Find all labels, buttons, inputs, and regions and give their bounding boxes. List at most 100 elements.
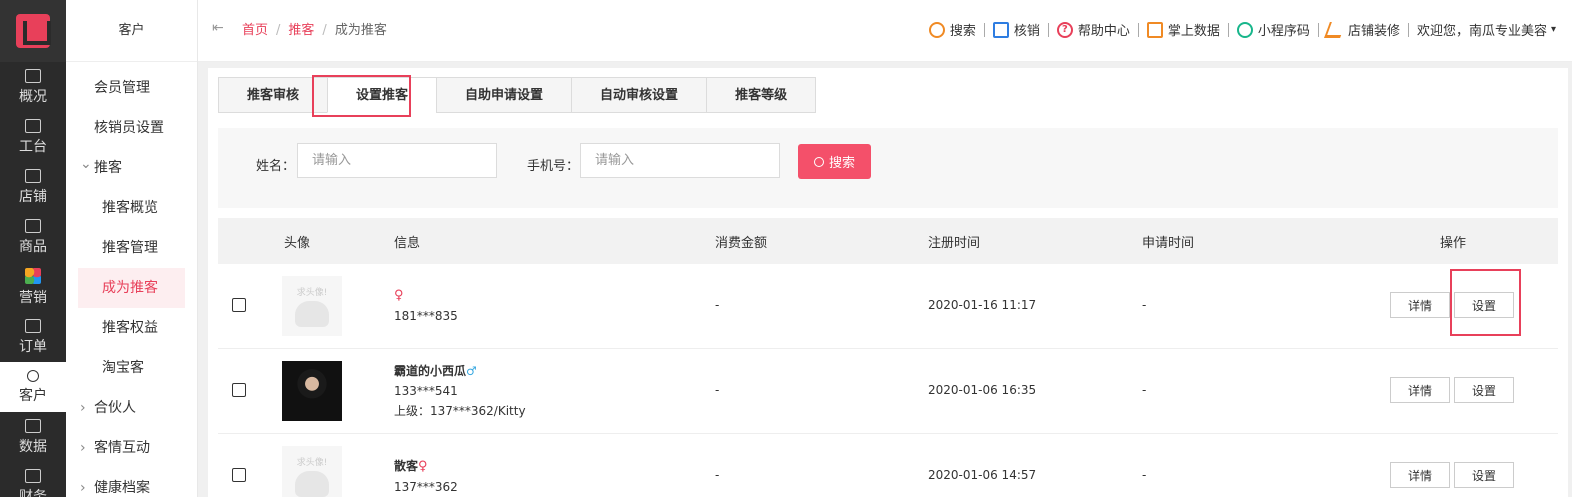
set-button[interactable]: 设置	[1454, 377, 1514, 403]
row-registered: 2020-01-16 11:17	[928, 298, 1037, 312]
row-info: 散客♀ 137***362	[394, 456, 458, 497]
phone-label: 手机号：	[527, 159, 580, 174]
detail-button[interactable]: 详情	[1390, 462, 1450, 488]
marketing-icon	[25, 267, 41, 284]
row-checkbox[interactable]	[232, 298, 246, 312]
order-icon	[25, 318, 41, 333]
row-info: 霸道的小西瓜♂ 133***541 上级：137***362/Kitty	[394, 361, 526, 421]
sidebar-group-promoter[interactable]: 推客	[66, 144, 197, 188]
sidebar-item-become-promoter[interactable]: 成为推客	[78, 268, 185, 308]
dashboard-icon	[25, 68, 41, 83]
table-row: 霸道的小西瓜♂ 133***541 上级：137***362/Kitty - 2…	[218, 349, 1558, 434]
row-phone: 133***541	[394, 384, 458, 398]
phone-input[interactable]: 请输入	[580, 143, 780, 178]
avatar	[282, 361, 342, 421]
row-name: 散客	[394, 459, 419, 473]
data-icon	[25, 418, 41, 433]
row-parent: 上级：137***362/Kitty	[394, 404, 526, 418]
search-icon	[928, 21, 945, 38]
male-icon: ♂	[466, 364, 477, 378]
detail-button[interactable]: 详情	[1390, 292, 1450, 318]
tab-promoter-review[interactable]: 推客审核	[218, 77, 328, 113]
row-phone: 181***835	[394, 309, 458, 323]
col-avatar: 头像	[284, 235, 311, 251]
sidebar-group-interaction[interactable]: 客情互动	[66, 428, 197, 468]
row-actions: 详情 设置	[1390, 462, 1514, 488]
row-spend: -	[715, 468, 720, 482]
tab-self-apply[interactable]: 自助申请设置	[436, 77, 572, 113]
sidebar-item-taobaoke[interactable]: 淘宝客	[66, 348, 197, 388]
table-row: 求头像! 散客♀ 137***362 - 2020-01-06 14:57 - …	[218, 434, 1558, 497]
main-nav-rail: 概况 工台 店铺 商品 营销 订单 客户 数据 财务	[0, 0, 66, 497]
filter-bar: 姓名： 请输入 手机号： 请输入 搜索	[218, 128, 1558, 208]
breadcrumb-parent[interactable]: 推客	[288, 23, 314, 38]
top-toolbar: 搜索 核销 ? 帮助中心 掌上数据 小程序码 店铺装修 欢迎您，南瓜专业美容 ▾	[928, 20, 1556, 39]
avatar: 求头像!	[282, 446, 342, 497]
sidebar-group-health[interactable]: 健康档案	[66, 468, 197, 497]
row-checkbox[interactable]	[232, 468, 246, 482]
top-data-link[interactable]: 掌上数据	[1146, 20, 1220, 39]
row-registered: 2020-01-06 16:35	[928, 383, 1037, 397]
top-help-link[interactable]: ? 帮助中心	[1056, 20, 1130, 39]
app-logo[interactable]	[0, 0, 66, 62]
sidebar-item-members[interactable]: 会员管理	[66, 68, 197, 108]
breadcrumb: 首页 / 推客 / 成为推客	[242, 23, 387, 38]
rail-item-data[interactable]: 数据	[0, 412, 66, 462]
chart-icon	[1146, 21, 1163, 38]
rail-item-overview[interactable]: 概况	[0, 62, 66, 112]
store-icon	[25, 168, 41, 183]
sidebar-item-promoter-rights[interactable]: 推客权益	[66, 308, 197, 348]
name-input[interactable]: 请输入	[297, 143, 497, 178]
top-decorate-link[interactable]: 店铺装修	[1324, 20, 1400, 39]
promoter-table: 头像 信息 消费金额 注册时间 申请时间 操作 求头像! ♀ 181***835…	[218, 218, 1558, 497]
rail-item-store[interactable]: 店铺	[0, 162, 66, 212]
table-header: 头像 信息 消费金额 注册时间 申请时间 操作	[218, 218, 1558, 264]
row-actions: 详情 设置	[1390, 377, 1514, 403]
bag-icon	[25, 218, 41, 233]
col-spend: 消费金额	[715, 235, 768, 251]
row-phone: 137***362	[394, 480, 458, 494]
detail-button[interactable]: 详情	[1390, 377, 1450, 403]
scrollbar[interactable]	[1568, 68, 1572, 497]
rail-item-customers[interactable]: 客户	[0, 362, 66, 412]
row-checkbox[interactable]	[232, 383, 246, 397]
female-icon: ♀	[394, 288, 404, 303]
female-icon: ♀	[418, 459, 428, 474]
finance-icon	[25, 468, 41, 483]
row-registered: 2020-01-06 14:57	[928, 468, 1037, 482]
rail-item-marketing[interactable]: 营销	[0, 262, 66, 312]
row-info: ♀ 181***835	[394, 286, 458, 326]
col-applied: 申请时间	[1142, 235, 1195, 251]
rail-item-workbench[interactable]: 工台	[0, 112, 66, 162]
search-button[interactable]: 搜索	[798, 144, 871, 179]
breadcrumb-home[interactable]: 首页	[242, 23, 268, 38]
rail-item-orders[interactable]: 订单	[0, 312, 66, 362]
sidebar-item-promoter-overview[interactable]: 推客概览	[66, 188, 197, 228]
top-miniprogram-link[interactable]: 小程序码	[1236, 20, 1310, 39]
avatar: 求头像!	[282, 276, 342, 336]
user-menu[interactable]: 欢迎您，南瓜专业美容 ▾	[1417, 20, 1556, 39]
highlight-box	[312, 75, 411, 117]
row-applied: -	[1142, 468, 1147, 482]
bear-placeholder-icon	[295, 301, 329, 327]
monitor-icon	[25, 118, 41, 133]
top-verify-link[interactable]: 核销	[992, 20, 1040, 39]
sidebar-item-verifier[interactable]: 核销员设置	[66, 108, 197, 148]
top-search-link[interactable]: 搜索	[928, 20, 976, 39]
tab-auto-review[interactable]: 自动审核设置	[571, 77, 707, 113]
top-bar: ⇤ 首页 / 推客 / 成为推客 搜索 核销 ? 帮助中心 掌上数据 小程序码 店铺装修 …	[198, 0, 1572, 62]
rail-item-goods[interactable]: 商品	[0, 212, 66, 262]
collapse-menu-icon[interactable]: ⇤	[212, 20, 224, 36]
tab-promoter-level[interactable]: 推客等级	[706, 77, 817, 113]
row-applied: -	[1142, 298, 1147, 312]
miniprogram-icon	[1236, 21, 1253, 38]
set-button[interactable]: 设置	[1454, 462, 1514, 488]
tab-bar: 推客审核 设置推客 自助申请设置 自动审核设置 推客等级	[218, 77, 817, 113]
sidebar-title: 客户	[66, 0, 197, 62]
logo-icon	[16, 14, 50, 48]
breadcrumb-current: 成为推客	[334, 23, 387, 38]
sidebar-group-partner[interactable]: 合伙人	[66, 388, 197, 428]
sidebar-item-promoter-manage[interactable]: 推客管理	[66, 228, 197, 268]
rail-item-finance[interactable]: 财务	[0, 462, 66, 497]
row-name: 霸道的小西瓜	[394, 364, 467, 378]
